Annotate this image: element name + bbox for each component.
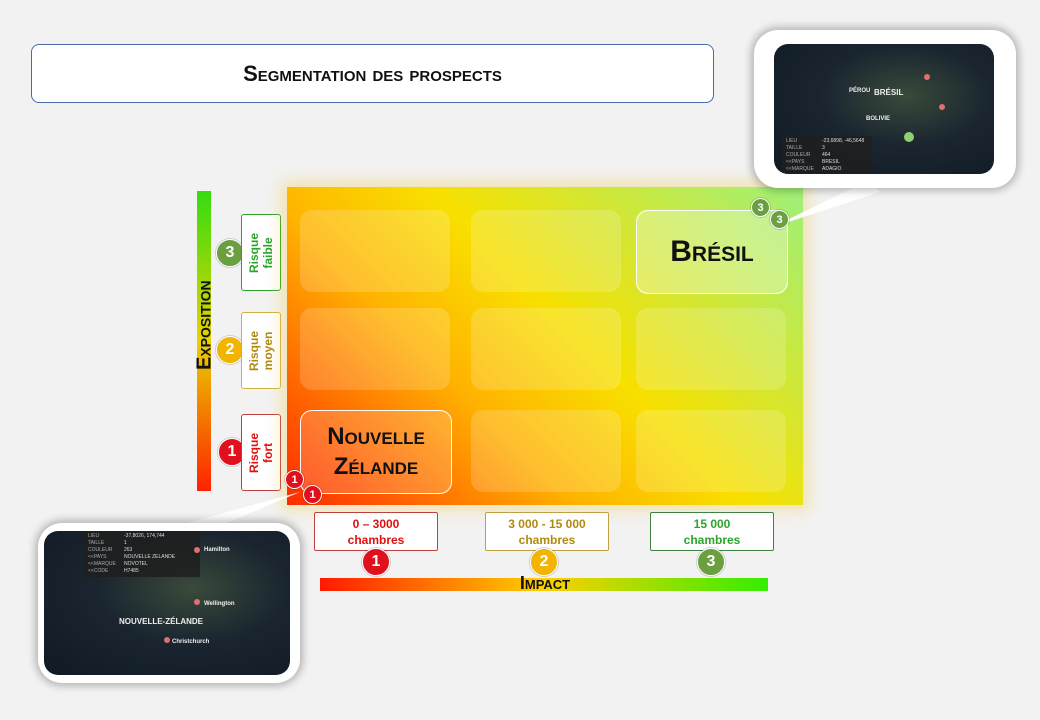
popup-value: NOUVELLE ZELANDE (124, 554, 176, 560)
x-axis-label: Impact (519, 573, 571, 593)
popup-key: <<MARQUE (786, 166, 814, 172)
y-axis-label: Exposition (193, 280, 216, 370)
cell-bresil-label: Brésil (670, 235, 754, 268)
popup-key: COULEUR (88, 547, 113, 553)
popup-key: LIEU (786, 138, 798, 144)
popup-value: -23,6898, -46,5648 (822, 138, 865, 144)
impact-label-1: 0 – 3000 chambres (314, 512, 438, 551)
impact-label-2-line1: 3 000 - 15 000 (508, 516, 586, 531)
risk-label-low: Risque faible (241, 214, 281, 291)
popup-key: <<PAYS (786, 159, 805, 165)
bresil-badge-1: 3 (751, 198, 770, 217)
map-label-wellington: Wellington (204, 601, 235, 607)
map-label-bresil: BRÉSIL (874, 88, 904, 97)
popup-key: <<MARQUE (88, 561, 116, 567)
impact-label-1-line2: chambres (347, 532, 405, 547)
cell-nz-label-line1: Nouvelle (327, 423, 425, 450)
cell-r3-c2 (471, 210, 621, 292)
map-marker-selected[interactable] (904, 132, 914, 142)
page-title: Segmentation des prospects (31, 44, 714, 103)
risk-badge-medium: 2 (216, 336, 244, 364)
map-marker[interactable] (939, 104, 945, 110)
map-label-bolivie: BOLIVIE (866, 116, 891, 122)
impact-label-3-line1: 15 000 (693, 516, 731, 531)
popup-value: -37,8026, 174,744 (124, 533, 165, 539)
nz-badge-2: 1 (303, 485, 322, 504)
popup-value: BRESIL (822, 159, 840, 165)
popup-key: <<PAYS (88, 554, 107, 560)
impact-badge-2: 2 (530, 548, 558, 576)
popup-value: 3 (822, 145, 825, 151)
risk-label-high: Risque fort (241, 414, 281, 491)
bresil-badge-2: 3 (770, 210, 789, 229)
popup-key: TAILLE (88, 540, 105, 546)
cell-r2-c3 (636, 308, 786, 390)
segmentation-matrix: Brésil Nouvelle Zélande (287, 187, 803, 505)
bresil-map[interactable]: PÉROU BOLIVIE BRÉSIL LIEU -23,6898, -46,5… (774, 44, 994, 174)
popup-value: 464 (822, 152, 831, 158)
cell-r1-c2 (471, 410, 621, 492)
bresil-map-callout: PÉROU BOLIVIE BRÉSIL LIEU -23,6898, -46,5… (754, 30, 1016, 188)
cell-bresil[interactable]: Brésil (636, 210, 788, 294)
popup-key: COULEUR (786, 152, 811, 158)
impact-label-2-line2: chambres (518, 532, 576, 547)
risk-label-medium: Risque moyen (241, 312, 281, 389)
cell-r2-c2 (471, 308, 621, 390)
popup-value: 263 (124, 547, 133, 553)
nz-map-callout: LIEU -37,8026, 174,744 TAILLE 1 COULEUR 263… (38, 523, 300, 683)
cell-r2-c1 (300, 308, 450, 390)
risk-label-high-text: Risque fort (247, 432, 276, 473)
popup-key: <<CODE (88, 568, 109, 574)
cell-r3-c1 (300, 210, 450, 292)
risk-label-medium-text: Risque moyen (247, 330, 276, 371)
map-label-hamilton: Hamilton (204, 547, 230, 553)
popup-value: ADAGIO (822, 166, 842, 172)
bresil-map-popup: LIEU -23,6898, -46,5648 TAILLE 3 COULEUR 46… (782, 136, 872, 174)
cell-nz-label-line2: Zélande (333, 453, 419, 480)
popup-value: 1 (124, 540, 127, 546)
nz-map[interactable]: LIEU -37,8026, 174,744 TAILLE 1 COULEUR 263… (44, 531, 290, 675)
cell-nouvelle-zelande[interactable]: Nouvelle Zélande (300, 410, 452, 494)
map-label-nz: NOUVELLE-ZÉLANDE (119, 617, 203, 626)
popup-key: LIEU (88, 533, 100, 539)
map-marker[interactable] (194, 547, 200, 553)
map-marker[interactable] (164, 637, 170, 643)
impact-label-1-line1: 0 – 3000 (352, 516, 400, 531)
popup-value: H7485 (124, 568, 139, 574)
cell-r1-c3 (636, 410, 786, 492)
popup-key: TAILLE (786, 145, 803, 151)
impact-badge-3: 3 (697, 548, 725, 576)
risk-label-low-text: Risque faible (247, 232, 276, 273)
map-label-perou: PÉROU (849, 88, 871, 94)
impact-label-2: 3 000 - 15 000 chambres (485, 512, 609, 551)
map-marker[interactable] (194, 599, 200, 605)
map-marker[interactable] (924, 74, 930, 80)
impact-label-3-line2: chambres (683, 532, 741, 547)
nz-map-popup: LIEU -37,8026, 174,744 TAILLE 1 COULEUR 263… (84, 531, 200, 577)
nz-badge-1: 1 (285, 470, 304, 489)
map-label-christchurch: Christchurch (172, 639, 210, 645)
impact-badge-1: 1 (362, 548, 390, 576)
popup-value: NOVOTEL (124, 561, 148, 567)
risk-badge-low: 3 (216, 239, 244, 267)
impact-label-3: 15 000 chambres (650, 512, 774, 551)
